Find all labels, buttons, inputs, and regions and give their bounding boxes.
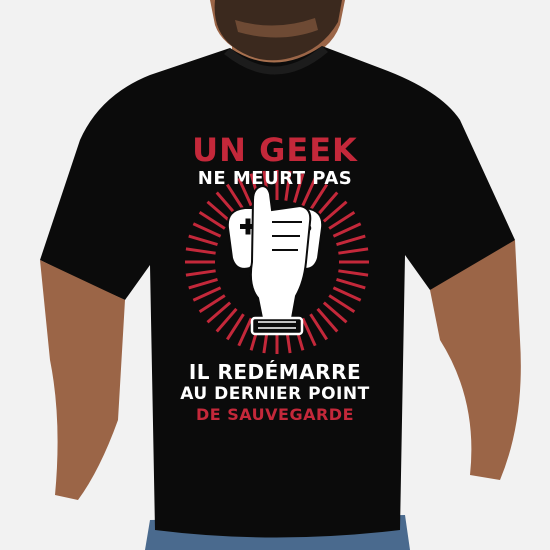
photo-scene: [0, 0, 550, 550]
